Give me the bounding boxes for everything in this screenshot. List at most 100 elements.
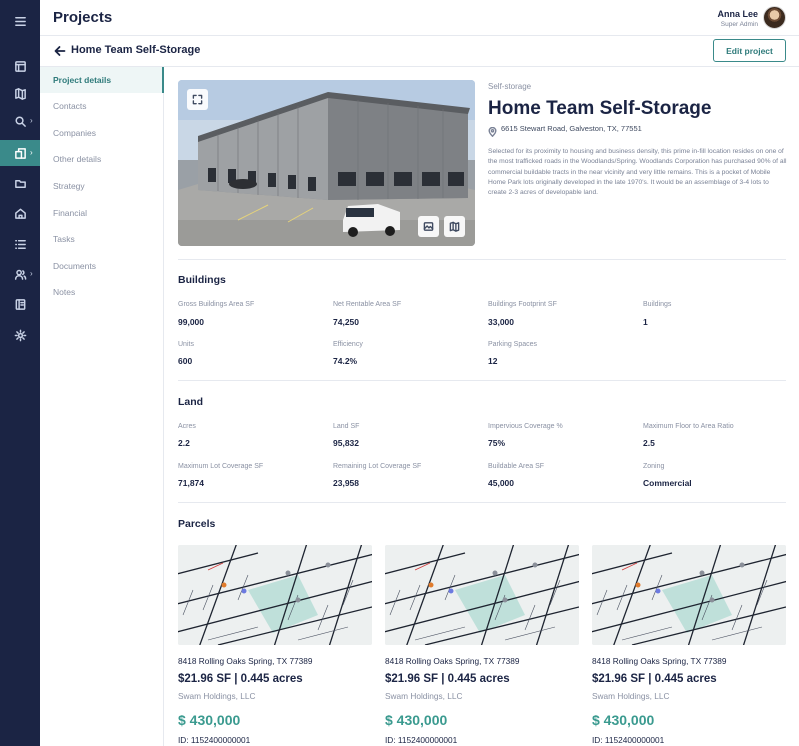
- subnav-item-companies[interactable]: Companies: [40, 120, 164, 146]
- field-value: 99,000: [178, 317, 204, 327]
- parcel-price: $ 430,000: [385, 712, 448, 728]
- project-name-heading: Home Team Self-Storage: [488, 98, 712, 119]
- field-value: 2.5: [643, 438, 655, 448]
- search-icon[interactable]: ›: [0, 108, 40, 134]
- parcel-size: $21.96 SF | 0.445 acres: [592, 673, 717, 685]
- projects-icon[interactable]: ›: [0, 140, 40, 166]
- project-details: Self-storage Home Team Self-Storage 6615…: [165, 67, 799, 746]
- map-view-icon[interactable]: [444, 216, 465, 237]
- field-label: Buildable Area SF: [488, 463, 545, 470]
- parcel-card[interactable]: 8418 Rolling Oaks Spring, TX 77389 $21.9…: [178, 545, 372, 746]
- subnav-item-contacts[interactable]: Contacts: [40, 93, 164, 119]
- parcel-price: $ 430,000: [592, 712, 655, 728]
- field-label: Impervious Coverage %: [488, 423, 563, 430]
- chevron-right-icon: ›: [30, 116, 33, 125]
- image-view-icon[interactable]: [418, 216, 439, 237]
- project-photo[interactable]: [178, 80, 475, 246]
- chevron-right-icon: ›: [30, 148, 33, 157]
- back-arrow-icon[interactable]: [54, 44, 66, 56]
- reports-icon[interactable]: [0, 291, 40, 317]
- parcel-card[interactable]: 8418 Rolling Oaks Spring, TX 77389 $21.9…: [385, 545, 579, 746]
- project-description: Selected for its proximity to housing an…: [488, 148, 787, 197]
- menu-icon[interactable]: [0, 8, 40, 34]
- field-value: 45,000: [488, 478, 514, 488]
- user-role: Super Admin: [720, 21, 758, 28]
- buildings-heading: Buildings: [178, 274, 226, 286]
- subnav-item-strategy[interactable]: Strategy: [40, 173, 164, 199]
- field-label: Acres: [178, 423, 196, 430]
- land-heading: Land: [178, 396, 204, 408]
- subnav-item-notes[interactable]: Notes: [40, 279, 164, 305]
- field-value: 74.2%: [333, 356, 358, 366]
- project-address: 6615 Stewart Road, Galveston, TX, 77551: [501, 124, 642, 133]
- chevron-right-icon: ›: [30, 269, 33, 278]
- field-label: Remaining Lot Coverage SF: [333, 463, 422, 470]
- parcel-map-graphic: [592, 545, 786, 645]
- list-icon[interactable]: [0, 231, 40, 257]
- project-header: Home Team Self-Storage Edit project: [40, 36, 799, 67]
- field-label: Net Rentable Area SF: [333, 301, 402, 308]
- users-icon[interactable]: ›: [0, 261, 40, 287]
- field-label: Efficiency: [333, 341, 363, 348]
- parcel-price: $ 430,000: [178, 712, 241, 728]
- field-label: Units: [178, 341, 194, 348]
- parcels-heading: Parcels: [178, 518, 216, 530]
- user-name: Anna Lee: [717, 9, 758, 19]
- parcel-address: 8418 Rolling Oaks Spring, TX 77389: [592, 656, 727, 666]
- expand-icon[interactable]: [187, 89, 208, 110]
- field-label: Buildings: [643, 301, 672, 308]
- divider: [178, 380, 786, 381]
- subnav-item-other-details[interactable]: Other details: [40, 146, 164, 172]
- location-pin-icon: [488, 124, 497, 138]
- parcel-id: ID: 1152400000001: [385, 735, 458, 745]
- parcel-size: $21.96 SF | 0.445 acres: [385, 673, 510, 685]
- divider: [178, 259, 786, 260]
- parcel-owner: Swam Holdings, LLC: [592, 691, 670, 701]
- parcel-card[interactable]: 8418 Rolling Oaks Spring, TX 77389 $21.9…: [592, 545, 786, 746]
- parcel-owner: Swam Holdings, LLC: [178, 691, 256, 701]
- field-value: 33,000: [488, 317, 514, 327]
- parcel-id: ID: 1152400000001: [592, 735, 665, 745]
- parcel-map[interactable]: [592, 545, 786, 645]
- subnav-item-project-details[interactable]: Project details: [40, 67, 164, 93]
- parcel-map-graphic: [178, 545, 372, 645]
- parcel-address: 8418 Rolling Oaks Spring, TX 77389: [385, 656, 520, 666]
- avatar[interactable]: [763, 6, 786, 29]
- top-header: Projects Anna Lee Super Admin: [40, 0, 799, 36]
- parcel-map[interactable]: [385, 545, 579, 645]
- dashboard-icon[interactable]: [0, 53, 40, 79]
- page-title: Projects: [53, 9, 113, 26]
- field-label: Zoning: [643, 463, 665, 470]
- field-label: Buildings Footprint SF: [488, 301, 557, 308]
- parcel-map[interactable]: [178, 545, 372, 645]
- home-icon[interactable]: [0, 200, 40, 226]
- subnav-item-tasks[interactable]: Tasks: [40, 226, 164, 252]
- field-label: Maximum Floor to Area Ratio: [643, 423, 734, 430]
- parcel-size: $21.96 SF | 0.445 acres: [178, 673, 303, 685]
- settings-icon[interactable]: [0, 322, 40, 348]
- folder-icon[interactable]: [0, 170, 40, 196]
- field-value: 75%: [488, 438, 506, 448]
- field-value: 2.2: [178, 438, 190, 448]
- divider: [178, 502, 786, 503]
- parcel-id: ID: 1152400000001: [178, 735, 251, 745]
- field-value: 74,250: [333, 317, 359, 327]
- field-value: 1: [643, 317, 648, 327]
- project-category: Self-storage: [488, 82, 532, 91]
- field-value: 95,832: [333, 438, 359, 448]
- subnav-item-documents[interactable]: Documents: [40, 253, 164, 279]
- field-value: Commercial: [643, 478, 692, 488]
- parcel-address: 8418 Rolling Oaks Spring, TX 77389: [178, 656, 313, 666]
- field-label: Gross Buildings Area SF: [178, 301, 255, 308]
- field-label: Maximum Lot Coverage SF: [178, 463, 264, 470]
- field-value: 23,958: [333, 478, 359, 488]
- field-value: 71,874: [178, 478, 204, 488]
- app-rail: › › ›: [0, 0, 40, 746]
- parcel-map-graphic: [385, 545, 579, 645]
- map-icon[interactable]: [0, 80, 40, 106]
- subnav-item-financial[interactable]: Financial: [40, 200, 164, 226]
- parcel-owner: Swam Holdings, LLC: [385, 691, 463, 701]
- field-value: 600: [178, 356, 193, 366]
- field-label: Land SF: [333, 423, 360, 430]
- edit-project-button[interactable]: Edit project: [713, 39, 786, 62]
